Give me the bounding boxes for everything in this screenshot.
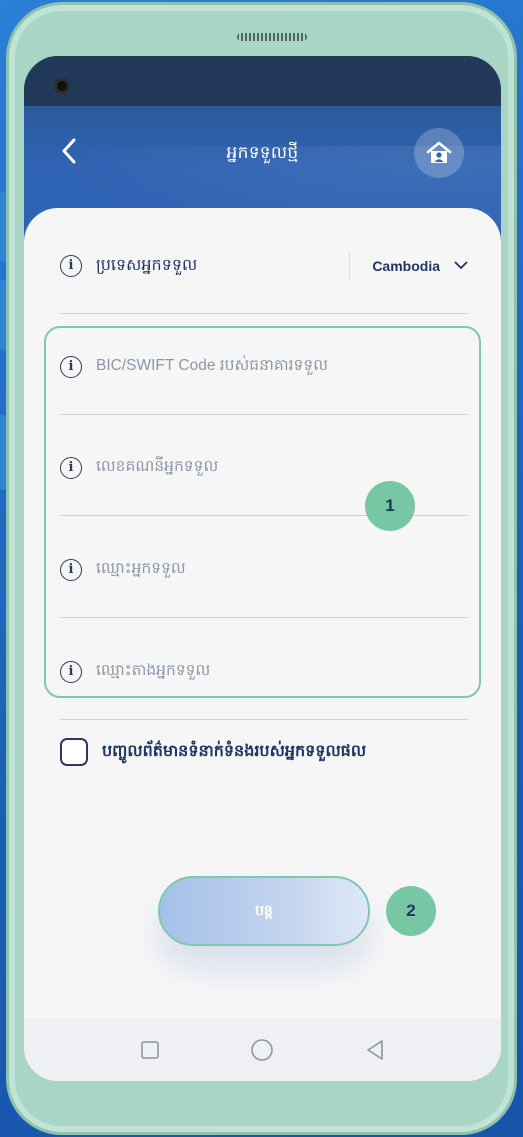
nav-back-button[interactable] (355, 1030, 395, 1070)
volume-button (0, 192, 6, 262)
app-screen: អ្នកទទួលថ្មី i ប្រទេសអ្នកទទួល Cambodia i… (24, 56, 501, 1081)
chevron-down-icon (454, 261, 468, 269)
status-bar (24, 56, 501, 106)
nav-circle-icon (251, 1038, 274, 1061)
swift-code-placeholder: BIC/SWIFT Code របស់ធនាគារទទួល (96, 357, 328, 374)
country-select[interactable]: Cambodia (349, 250, 468, 281)
nav-square-icon (141, 1040, 159, 1059)
nav-recents-button[interactable] (130, 1030, 170, 1070)
info-icon[interactable]: i (60, 254, 82, 277)
info-icon[interactable]: i (60, 558, 82, 581)
power-button (0, 415, 6, 490)
recipient-nickname-placeholder: ឈ្មោះតាងអ្នកទទួល (96, 662, 211, 679)
contact-info-checkbox-row[interactable]: បញ្ចូលព័ត៌មានទំនាក់ទំនងរបស់អ្នកទទួលផល (60, 738, 366, 766)
speaker-grille (237, 33, 307, 41)
recipient-name-placeholder: ឈ្មោះអ្នកទទួល (96, 560, 186, 577)
home-button[interactable] (414, 128, 464, 178)
continue-button[interactable]: បន្ត (158, 876, 370, 946)
info-icon[interactable]: i (60, 660, 82, 683)
recipient-name-field[interactable]: i ឈ្មោះអ្នកទទួល (60, 522, 468, 618)
volume-button-lower (0, 280, 6, 350)
recipient-nickname-field[interactable]: i ឈ្មោះតាងអ្នកទទួល (60, 624, 468, 720)
nav-home-button[interactable] (242, 1030, 282, 1070)
recipient-country-row: i ប្រទេសអ្នកទទួល Cambodia (60, 218, 468, 314)
front-camera (54, 78, 70, 94)
annotation-badge-2: 2 (386, 886, 436, 936)
info-icon[interactable]: i (60, 456, 82, 479)
nav-triangle-icon (367, 1039, 383, 1060)
annotation-badge-1: 1 (365, 481, 415, 531)
swift-code-field[interactable]: i BIC/SWIFT Code របស់ធនាគារទទួល (60, 319, 468, 415)
contact-info-checkbox-label: បញ្ចូលព័ត៌មានទំនាក់ទំនងរបស់អ្នកទទួលផល (102, 743, 367, 760)
country-select-value: Cambodia (372, 257, 440, 274)
recipient-country-label: ប្រទេសអ្នកទទួល (96, 256, 198, 274)
info-icon[interactable]: i (60, 355, 82, 378)
system-nav-bar (24, 1018, 501, 1081)
home-icon (426, 141, 452, 163)
account-number-placeholder: លេខគណនីអ្នកទទួល (96, 458, 219, 475)
contact-info-checkbox[interactable] (60, 738, 88, 766)
